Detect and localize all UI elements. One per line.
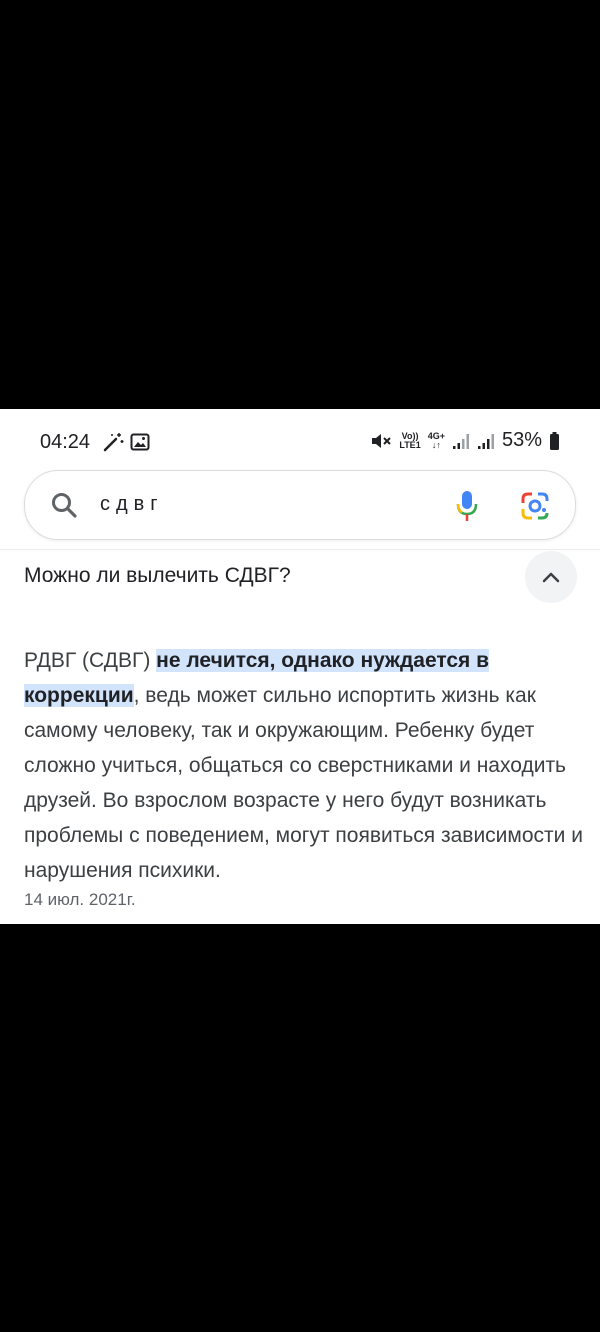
signal-strength-icon-sim2 bbox=[477, 433, 494, 449]
faq-answer-text: РДВГ (СДВГ) не лечится, однако нуждается… bbox=[24, 643, 584, 888]
search-bar[interactable]: сдвг bbox=[24, 470, 576, 540]
search-input[interactable]: сдвг bbox=[100, 493, 164, 516]
status-time: 04:24 bbox=[40, 431, 91, 453]
microphone-icon[interactable] bbox=[453, 489, 481, 523]
network-4g-indicator: 4G+ ↓↑ bbox=[427, 430, 445, 450]
status-right-cluster: Vo)) LTE1 4G+ ↓↑ 53% bbox=[370, 429, 560, 452]
google-lens-icon[interactable] bbox=[520, 491, 550, 521]
answer-prefix: РДВГ (СДВГ) bbox=[24, 649, 157, 672]
magic-wand-icon bbox=[103, 433, 124, 452]
phone-screen: 04:24 Vo)) LTE1 4G+ ↓↑ 53% сдвг Можно ли… bbox=[0, 409, 600, 924]
mute-icon bbox=[372, 433, 392, 448]
gallery-image-icon bbox=[130, 433, 150, 451]
black-letterbox-top bbox=[0, 0, 600, 409]
battery-icon bbox=[550, 431, 559, 450]
search-icon[interactable] bbox=[50, 491, 78, 519]
status-bar: 04:24 Vo)) LTE1 4G+ ↓↑ 53% bbox=[0, 409, 600, 473]
chevron-up-icon bbox=[542, 572, 560, 583]
answer-rest: , ведь может сильно испортить жизнь как … bbox=[24, 684, 583, 882]
header-divider bbox=[0, 549, 600, 550]
answer-date: 14 июл. 2021г. bbox=[24, 890, 136, 909]
volte-indicator: Vo)) LTE1 bbox=[399, 430, 421, 450]
collapse-button[interactable] bbox=[525, 551, 577, 603]
signal-strength-icon-sim1 bbox=[452, 433, 469, 449]
status-notification-icons bbox=[102, 431, 150, 453]
faq-question-title[interactable]: Можно ли вылечить СДВГ? bbox=[24, 564, 291, 588]
battery-percent: 53% bbox=[501, 429, 542, 451]
black-letterbox-bottom bbox=[0, 924, 600, 1332]
